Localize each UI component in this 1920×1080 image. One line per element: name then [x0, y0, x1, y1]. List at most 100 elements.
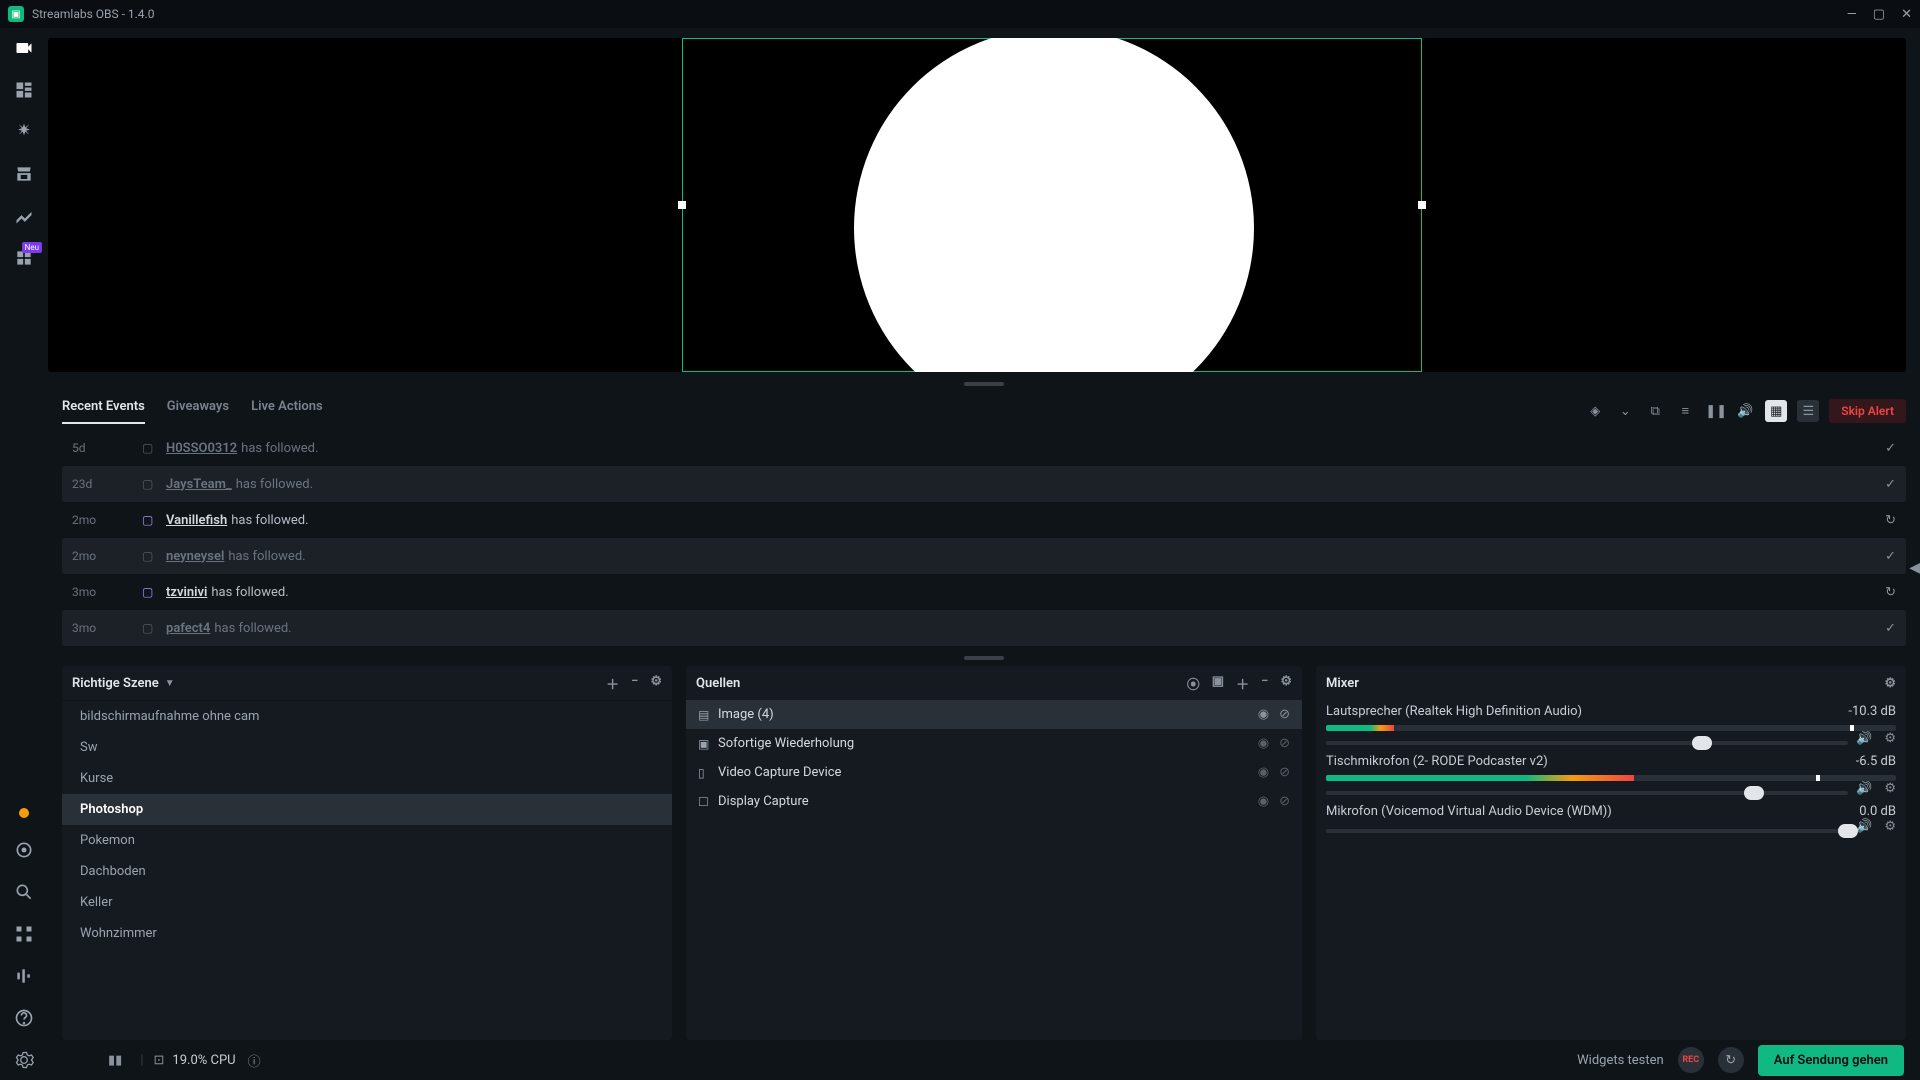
close-button[interactable]: ✕: [1901, 7, 1912, 22]
stats-icon[interactable]: ▮▮: [108, 1053, 122, 1068]
event-refresh-icon[interactable]: ↻: [1885, 585, 1896, 600]
scene-item[interactable]: Kurse: [62, 763, 672, 794]
event-username[interactable]: tzvinivi: [166, 585, 207, 600]
notification-indicator[interactable]: [19, 808, 29, 818]
audio-icon[interactable]: [14, 966, 34, 986]
visibility-icon[interactable]: ◉: [1258, 707, 1269, 722]
search-icon[interactable]: [14, 882, 34, 902]
source-item[interactable]: ▣ Sofortige Wiederholung ◉ ⊘: [686, 729, 1302, 758]
event-check-icon[interactable]: ✓: [1885, 549, 1896, 564]
copy-icon[interactable]: ⧉: [1645, 404, 1665, 419]
themes-icon[interactable]: [14, 122, 34, 142]
visibility-icon[interactable]: ◉: [1258, 736, 1269, 751]
go-live-button[interactable]: Auf Sendung gehen: [1758, 1045, 1904, 1076]
folder-icon[interactable]: ▣: [1212, 674, 1224, 693]
volume-slider[interactable]: [1326, 791, 1848, 795]
scene-item[interactable]: Dachboden: [62, 856, 672, 887]
remove-source-button[interactable]: −: [1261, 674, 1268, 693]
source-item[interactable]: ☐ Display Capture ◉ ⊘: [686, 787, 1302, 816]
visibility-icon[interactable]: ◉: [1258, 794, 1269, 809]
minimize-button[interactable]: —: [1847, 7, 1857, 22]
volume-slider[interactable]: [1326, 741, 1848, 745]
add-scene-button[interactable]: ＋: [606, 674, 619, 693]
scene-item[interactable]: Pokemon: [62, 825, 672, 856]
event-username[interactable]: Vanillefish: [166, 513, 227, 528]
help-icon[interactable]: [14, 1008, 34, 1028]
sources-settings-button[interactable]: ⚙: [1280, 674, 1292, 693]
grid-icon[interactable]: [14, 924, 34, 944]
event-row[interactable]: 2mo ▢ neyneysel has followed. ✓: [62, 538, 1906, 574]
event-row[interactable]: 23d ▢ JaysTeam_ has followed. ✓: [62, 466, 1906, 502]
widgets-test-button[interactable]: Widgets testen: [1577, 1053, 1664, 1068]
settings-icon[interactable]: [14, 1050, 34, 1070]
add-source-button[interactable]: ＋: [1236, 674, 1249, 693]
lock-icon[interactable]: ⊘: [1279, 707, 1290, 722]
pause-icon[interactable]: ❚❚: [1705, 404, 1725, 419]
event-username[interactable]: neyneysel: [166, 549, 224, 564]
channel-settings-icon[interactable]: ⚙: [1884, 731, 1896, 746]
event-check-icon[interactable]: ✓: [1885, 621, 1896, 636]
slider-thumb[interactable]: [1744, 786, 1764, 800]
panel-resize-handle[interactable]: [964, 382, 1004, 386]
shield-icon[interactable]: ◈: [1585, 404, 1605, 419]
source-item[interactable]: ▯ Video Capture Device ◉ ⊘: [686, 758, 1302, 787]
apps-icon[interactable]: Neu: [14, 248, 34, 268]
tab-live-actions[interactable]: Live Actions: [251, 399, 323, 424]
event-username[interactable]: H0SSO0312: [166, 441, 237, 456]
dashboard-icon[interactable]: [14, 206, 34, 226]
chevron-down-icon[interactable]: ⌄: [1615, 404, 1635, 419]
event-row[interactable]: 2mo ▢ Vanillefish has followed. ↻: [62, 502, 1906, 538]
record-button[interactable]: REC: [1678, 1047, 1704, 1073]
volume-icon[interactable]: 🔊: [1735, 404, 1755, 419]
scenes-dropdown-icon[interactable]: ▼: [165, 678, 175, 689]
editor-icon[interactable]: [14, 38, 34, 58]
event-check-icon[interactable]: ✓: [1885, 441, 1896, 456]
preview-canvas[interactable]: [48, 38, 1906, 372]
maximize-button[interactable]: ▢: [1873, 7, 1885, 22]
panel-resize-handle-2[interactable]: [964, 656, 1004, 660]
scene-item[interactable]: Sw: [62, 732, 672, 763]
scene-item[interactable]: Keller: [62, 887, 672, 918]
event-row[interactable]: 3mo ▢ tzvinivi has followed. ↻: [62, 574, 1906, 610]
event-check-icon[interactable]: ✓: [1885, 477, 1896, 492]
collapse-right-icon[interactable]: ◀: [1909, 560, 1920, 576]
volume-slider[interactable]: [1326, 829, 1848, 833]
tab-recent-events[interactable]: Recent Events: [62, 399, 145, 424]
lock-icon[interactable]: ⊘: [1279, 794, 1290, 809]
webcam-icon[interactable]: ⦿: [1187, 674, 1200, 693]
event-row[interactable]: 3mo ▢ pafect4 has followed. ✓: [62, 610, 1906, 646]
remove-scene-button[interactable]: −: [631, 674, 638, 693]
info-icon[interactable]: ⓘ: [248, 1051, 261, 1070]
event-username[interactable]: pafect4: [166, 621, 210, 636]
channel-settings-icon[interactable]: ⚙: [1884, 819, 1896, 834]
view-list-button[interactable]: ☰: [1797, 400, 1819, 422]
slider-thumb[interactable]: [1692, 736, 1712, 750]
filter-icon[interactable]: ≡: [1675, 403, 1695, 419]
visibility-icon[interactable]: ◉: [1258, 765, 1269, 780]
cloud-icon[interactable]: [14, 840, 34, 860]
replay-buffer-button[interactable]: ↻: [1718, 1047, 1744, 1073]
mute-icon[interactable]: 🔊: [1856, 781, 1872, 796]
scene-item[interactable]: bildschirmaufnahme ohne cam: [62, 701, 672, 732]
event-username[interactable]: JaysTeam_: [166, 477, 232, 492]
lock-icon[interactable]: ⊘: [1279, 736, 1290, 751]
event-row[interactable]: 5d ▢ H0SSO0312 has followed. ✓: [62, 430, 1906, 466]
scene-item[interactable]: Wohnzimmer: [62, 918, 672, 949]
channel-settings-icon[interactable]: ⚙: [1884, 781, 1896, 796]
lock-icon[interactable]: ⊘: [1279, 765, 1290, 780]
layouts-icon[interactable]: [14, 80, 34, 100]
tab-giveaways[interactable]: Giveaways: [167, 399, 229, 424]
event-refresh-icon[interactable]: ↻: [1885, 513, 1896, 528]
skip-alert-button[interactable]: Skip Alert: [1829, 399, 1906, 423]
mute-icon[interactable]: 🔊: [1856, 731, 1872, 746]
view-grid-button[interactable]: ▦: [1765, 400, 1787, 422]
resize-handle-left[interactable]: [678, 201, 686, 209]
slider-thumb[interactable]: [1838, 824, 1858, 838]
store-icon[interactable]: [14, 164, 34, 184]
scene-item[interactable]: Photoshop: [62, 794, 672, 825]
resize-handle-right[interactable]: [1418, 201, 1426, 209]
source-item[interactable]: ▤ Image (4) ◉ ⊘: [686, 700, 1302, 729]
scenes-settings-button[interactable]: ⚙: [650, 674, 662, 693]
mute-icon[interactable]: 🔊: [1856, 819, 1872, 834]
mixer-settings-button[interactable]: ⚙: [1884, 676, 1896, 691]
